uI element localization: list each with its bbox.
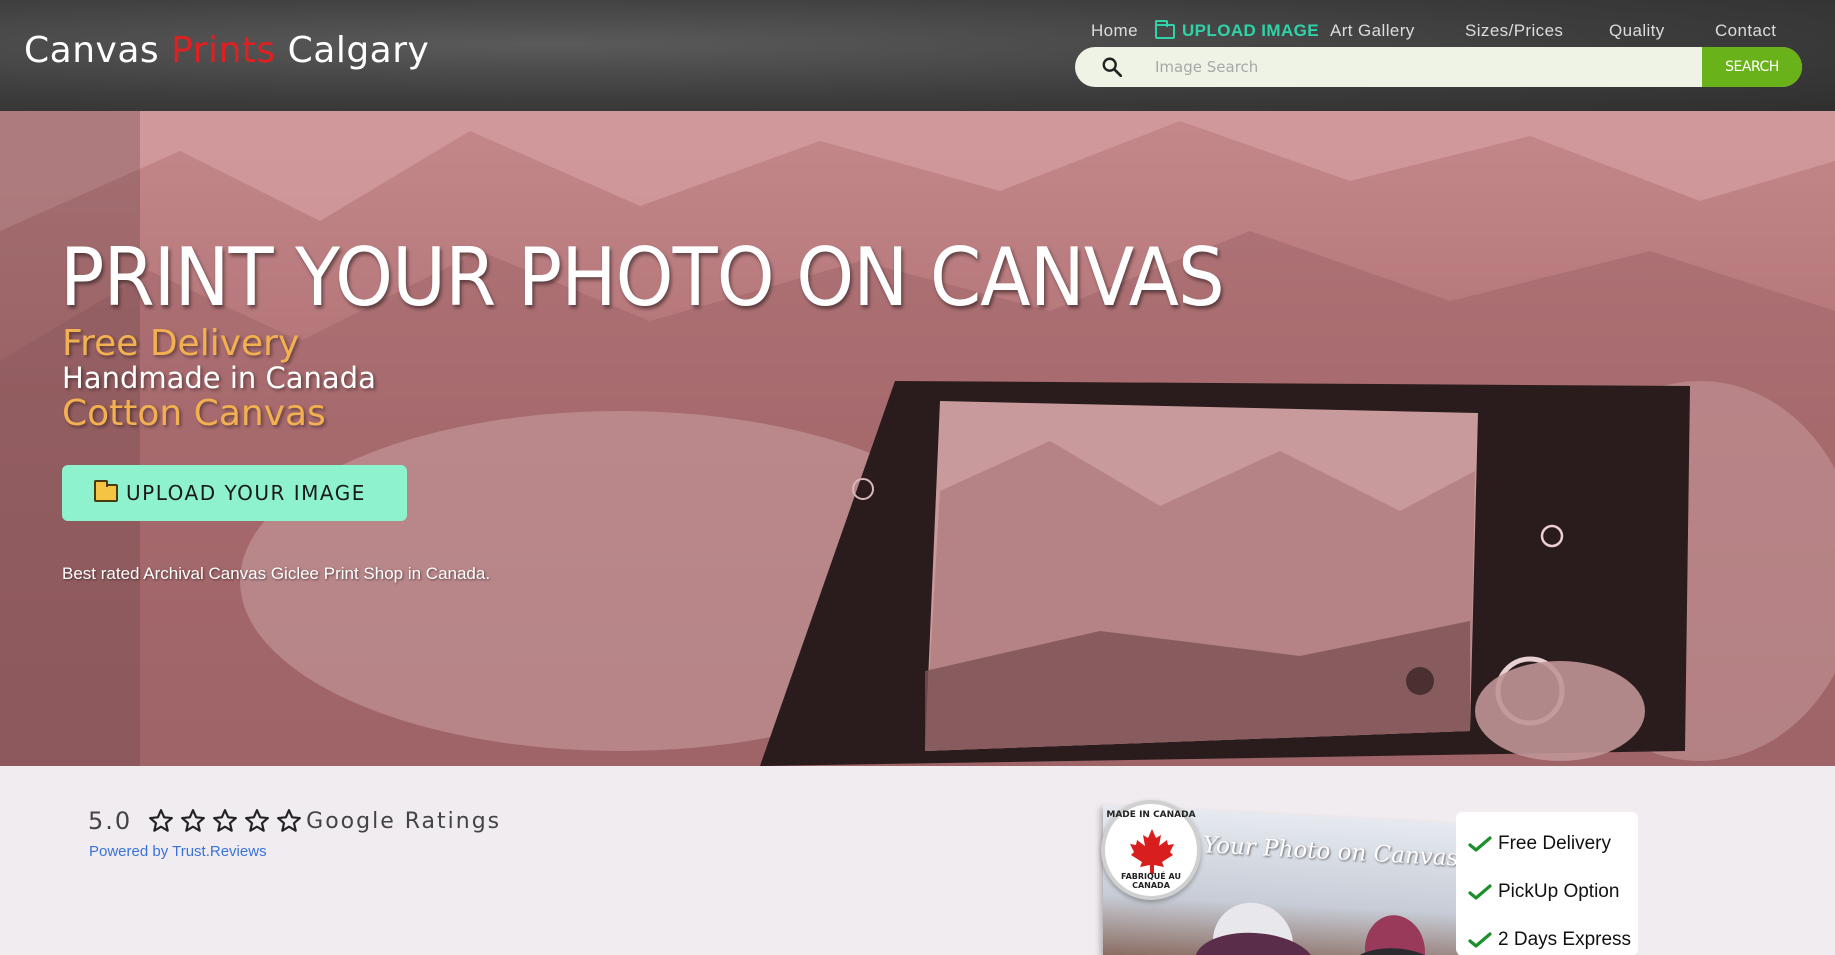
- search-icon[interactable]: [1101, 56, 1123, 78]
- features-list: Free Delivery PickUp Option 2 Days Expre…: [1456, 812, 1638, 955]
- feature-express: 2 Days Express: [1468, 916, 1638, 955]
- powered-by-link[interactable]: Powered by Trust.Reviews: [89, 843, 267, 860]
- hero-title: PRINT YOUR PHOTO ON CANVAS: [60, 231, 1225, 324]
- main-nav: Home UPLOAD IMAGE Art Gallery Sizes/Pric…: [1080, 19, 1780, 45]
- folder-icon: [1155, 19, 1175, 39]
- nav-home[interactable]: Home: [1091, 21, 1138, 41]
- badge-text-bottom: FABRIQUÉ AU CANADA: [1121, 872, 1181, 890]
- feature-label: Free Delivery: [1498, 833, 1611, 854]
- hero-background-photo: [0, 111, 1835, 766]
- logo-part-3: Calgary: [287, 30, 430, 71]
- hero-line-free-delivery: Free Delivery: [62, 323, 300, 364]
- check-icon: [1468, 884, 1492, 900]
- upload-your-image-button[interactable]: UPLOAD YOUR IMAGE: [62, 465, 407, 521]
- site-logo[interactable]: Canvas Prints Calgary: [24, 30, 429, 71]
- hero-banner: PRINT YOUR PHOTO ON CANVAS Free Delivery…: [0, 111, 1835, 766]
- feature-pickup-option: PickUp Option: [1468, 868, 1638, 916]
- rating-score: 5.0: [88, 807, 133, 835]
- star-icon: [181, 809, 206, 832]
- check-icon: [1468, 932, 1492, 948]
- nav-sizes-prices[interactable]: Sizes/Prices: [1465, 21, 1563, 41]
- upload-button-label: UPLOAD YOUR IMAGE: [126, 481, 366, 505]
- logo-part-1: Canvas: [24, 30, 160, 71]
- site-header: Canvas Prints Calgary Home UPLOAD IMAGE …: [0, 0, 1835, 111]
- nav-upload-image[interactable]: UPLOAD IMAGE: [1155, 19, 1320, 41]
- rating-label: Google Ratings: [306, 808, 502, 834]
- hero-line-handmade: Handmade in Canada: [62, 361, 376, 395]
- nav-contact[interactable]: Contact: [1715, 21, 1776, 41]
- folder-icon: [94, 480, 118, 502]
- google-rating: 5.0 Google Ratings: [88, 804, 501, 838]
- hero-line-cotton-canvas: Cotton Canvas: [62, 393, 326, 434]
- nav-upload-label: UPLOAD IMAGE: [1182, 21, 1320, 40]
- promo-title: Your Photo on Canvas: [1203, 832, 1458, 872]
- star-icon: [245, 809, 270, 832]
- hero-tagline: Best rated Archival Canvas Giclee Print …: [62, 564, 491, 583]
- feature-free-delivery: Free Delivery: [1468, 820, 1638, 868]
- feature-label: PickUp Option: [1498, 881, 1620, 902]
- search-input[interactable]: [1155, 47, 1715, 87]
- feature-label: 2 Days Express: [1498, 929, 1632, 950]
- nav-quality[interactable]: Quality: [1609, 21, 1665, 41]
- logo-part-2: Prints: [171, 30, 276, 71]
- star-icon: [213, 809, 238, 832]
- search-bar: SEARCH: [1075, 47, 1802, 87]
- nav-art-gallery[interactable]: Art Gallery: [1330, 21, 1415, 41]
- check-icon: [1468, 836, 1492, 852]
- star-icon: [277, 809, 302, 832]
- rating-stars: [148, 808, 302, 834]
- badge-text-top: MADE IN CANADA: [1106, 810, 1196, 820]
- star-icon: [149, 809, 174, 832]
- search-button[interactable]: SEARCH: [1702, 47, 1802, 87]
- made-in-canada-badge: MADE IN CANADA FABRIQUÉ AU CANADA: [1101, 800, 1201, 900]
- maple-leaf-icon: [1130, 829, 1174, 874]
